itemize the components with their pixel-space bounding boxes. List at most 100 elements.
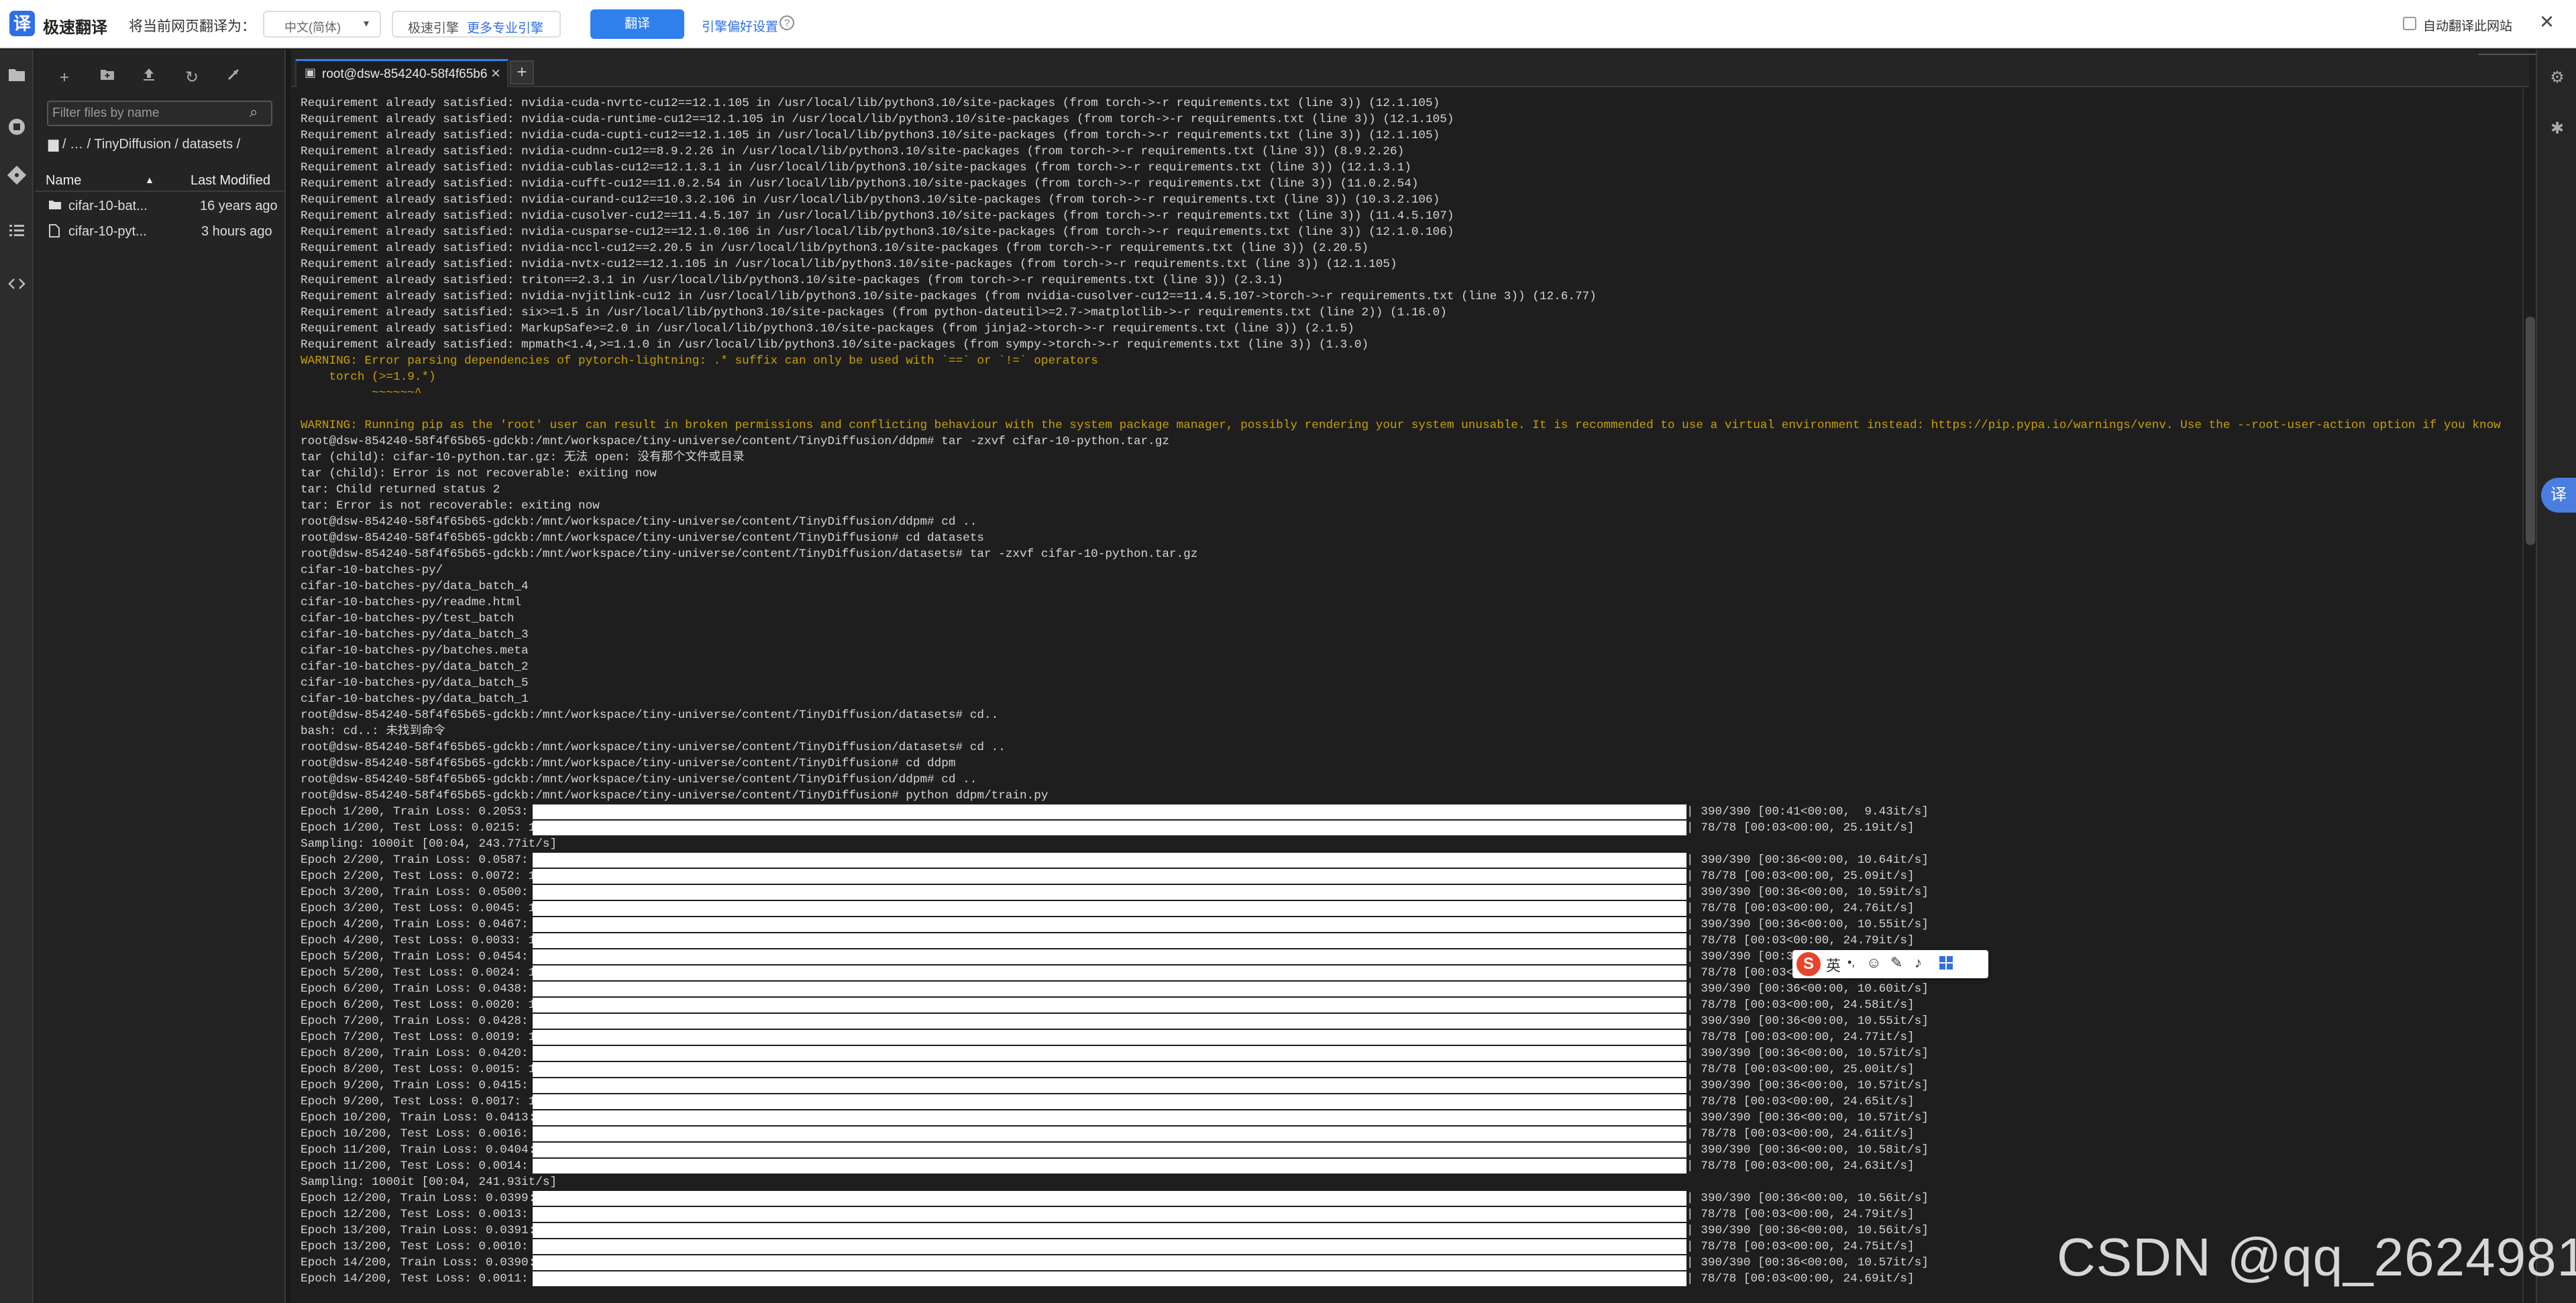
breadcrumb[interactable]: ▆ / … / TinyDiffusion / datasets / bbox=[48, 136, 240, 152]
git-icon[interactable] bbox=[0, 162, 34, 196]
terminal-line: cifar-10-batches-py/test_batch bbox=[301, 612, 515, 625]
terminal-line: root@dsw-854240-58f4f65b65-gdckb:/mnt/wo… bbox=[301, 789, 1049, 802]
terminal-line: bash: cd..: 未找到命令 bbox=[301, 725, 445, 738]
ime-punct[interactable]: •, bbox=[1847, 955, 1855, 970]
terminal-line: cifar-10-batches-py/batches.meta bbox=[301, 644, 529, 658]
folder-icon[interactable] bbox=[0, 62, 34, 95]
engine-select[interactable]: 极速引擎 更多专业引擎 bbox=[392, 11, 561, 38]
progress-label: Epoch 13/200, Test Loss: 0.0010: 100% bbox=[301, 1240, 529, 1253]
column-modified-header[interactable]: Last Modified bbox=[191, 173, 270, 189]
terminal-panel[interactable]: Requirement already satisfied: nvidia-cu… bbox=[291, 89, 2522, 1303]
progress-line: Epoch 9/200, Train Loss: 0.0415: 100% | 3… bbox=[301, 1078, 2508, 1094]
progress-label: Epoch 3/200, Test Loss: 0.0045: 100% bbox=[301, 902, 533, 915]
terminal-line: tar: Error is not recoverable: exiting n… bbox=[301, 499, 600, 513]
help-icon[interactable]: ? bbox=[780, 15, 794, 30]
progress-bar-fill bbox=[533, 1143, 1686, 1157]
progress-bar-fill bbox=[533, 821, 1686, 835]
terminal-scrollbar[interactable] bbox=[2522, 89, 2536, 1303]
progress-line: Epoch 5/200, Test Loss: 0.0024: 100% | 78… bbox=[301, 965, 2508, 981]
progress-line: Epoch 10/200, Test Loss: 0.0016: 100% | 7… bbox=[301, 1126, 2508, 1142]
settings-gear-icon[interactable]: ⚙ bbox=[2545, 66, 2569, 90]
close-tab-icon[interactable]: × bbox=[491, 64, 500, 83]
terminal-line: cifar-10-batches-py/readme.html bbox=[301, 596, 522, 609]
ime-toolbar: S 英 •, ☺ ✎ ♪ bbox=[1792, 950, 1988, 978]
terminal-line: Requirement already satisfied: nvidia-nv… bbox=[301, 258, 1397, 271]
new-tab-button[interactable]: + bbox=[510, 60, 534, 85]
tab-bar: ▣ root@dsw-854240-58f4f65b6 × + bbox=[291, 50, 2565, 87]
clear-icon[interactable] bbox=[220, 64, 247, 91]
terminal-line: cifar-10-batches-py/ bbox=[301, 564, 443, 577]
code-icon[interactable] bbox=[0, 271, 34, 305]
close-icon[interactable]: × bbox=[2540, 9, 2554, 34]
debug-icon[interactable]: ✱ bbox=[2545, 117, 2569, 141]
ime-mode[interactable]: 英 bbox=[1826, 954, 1841, 976]
progress-stats: | 390/390 [00:36<00:00, 10.64it/s] bbox=[1686, 853, 1929, 867]
progress-stats: | 390/390 [00:41<00:00, 9.43it/s] bbox=[1686, 805, 1929, 819]
translate-target-label: 将当前网页翻译为： bbox=[129, 19, 256, 34]
auto-translate-checkbox[interactable] bbox=[2403, 17, 2416, 30]
pen-icon[interactable]: ✎ bbox=[1890, 954, 1902, 972]
progress-bar-fill bbox=[533, 949, 1686, 964]
progress-stats: | 78/78 [00:03<00:00, 24.65it/s] bbox=[1686, 1095, 1915, 1108]
progress-line: Epoch 10/200, Train Loss: 0.0413: 100% | … bbox=[301, 1110, 2508, 1126]
progress-label: Epoch 6/200, Train Loss: 0.0438: 100% bbox=[301, 982, 529, 996]
terminal-line: cifar-10-batches-py/data_batch_3 bbox=[301, 628, 529, 641]
search-icon[interactable]: ⌕ bbox=[250, 103, 258, 121]
progress-label: Epoch 10/200, Train Loss: 0.0413: 100% bbox=[301, 1111, 533, 1125]
terminal-output[interactable]: Requirement already satisfied: nvidia-cu… bbox=[301, 95, 2508, 1303]
new-launcher-icon[interactable]: + bbox=[51, 64, 78, 91]
progress-label: Epoch 4/200, Train Loss: 0.0467: 100% bbox=[301, 918, 529, 931]
upload-icon[interactable] bbox=[136, 64, 162, 91]
sogou-logo-icon[interactable]: S bbox=[1796, 952, 1821, 976]
column-name-header[interactable]: Name bbox=[46, 173, 81, 189]
engine-preferences-link[interactable]: 引擎偏好设置 bbox=[702, 17, 778, 35]
new-folder-icon[interactable] bbox=[94, 64, 121, 91]
file-list-item[interactable]: cifar-10-bat... 16 years ago bbox=[35, 193, 286, 219]
progress-line: Epoch 12/200, Test Loss: 0.0013: 100% | 7… bbox=[301, 1206, 2508, 1222]
progress-label: Epoch 8/200, Train Loss: 0.0420: 100% bbox=[301, 1047, 529, 1060]
refresh-icon[interactable]: ↻ bbox=[178, 64, 205, 91]
language-select[interactable]: 中文(简体) ▾ bbox=[263, 11, 381, 38]
tab-terminal[interactable]: ▣ root@dsw-854240-58f4f65b6 × bbox=[295, 59, 508, 87]
terminal-line: Requirement already satisfied: nvidia-cu… bbox=[301, 97, 1440, 110]
terminal-line: Requirement already satisfied: nvidia-cu… bbox=[301, 177, 1419, 191]
language-select-value: 中文(简体) bbox=[284, 21, 341, 34]
progress-line: Epoch 9/200, Test Loss: 0.0017: 100% | 78… bbox=[301, 1094, 2508, 1110]
page: 译 极速翻译 将当前网页翻译为： 中文(简体) ▾ 极速引擎 更多专业引擎 翻译… bbox=[0, 0, 2576, 1303]
progress-label: Epoch 4/200, Test Loss: 0.0033: 100% bbox=[301, 934, 533, 947]
running-icon[interactable] bbox=[0, 114, 34, 148]
terminal-line: Requirement already satisfied: nvidia-cu… bbox=[301, 225, 1454, 239]
progress-stats: | 390/390 [00:36<00:00, 10.57it/s] bbox=[1686, 1079, 1929, 1092]
scrollbar-thumb[interactable] bbox=[2526, 317, 2535, 545]
translate-button[interactable]: 翻译 bbox=[590, 9, 684, 39]
progress-stats: | 390/390 [00:36<00:00, 10.57it/s] bbox=[1686, 1111, 1929, 1125]
panel-splitter[interactable] bbox=[286, 50, 291, 1303]
terminal-line: root@dsw-854240-58f4f65b65-gdckb:/mnt/wo… bbox=[301, 531, 984, 545]
progress-stats: | 78/78 [00:03<00:00, 25.09it/s] bbox=[1686, 870, 1915, 883]
progress-line: Epoch 11/200, Train Loss: 0.0404: 100% | … bbox=[301, 1142, 2508, 1158]
terminal-line: root@dsw-854240-58f4f65b65-gdckb:/mnt/wo… bbox=[301, 435, 1169, 448]
list-icon[interactable] bbox=[0, 217, 34, 251]
toolbox-icon[interactable] bbox=[1939, 955, 1953, 974]
progress-stats: | 78/78 [00:03<00:00, 24.76it/s] bbox=[1686, 902, 1915, 915]
progress-line: Epoch 4/200, Test Loss: 0.0033: 100% | 78… bbox=[301, 933, 2508, 949]
file-list-item[interactable]: cifar-10-pyt... 3 hours ago bbox=[35, 219, 286, 244]
progress-stats: | 78/78 [00:03<00:00, 24.58it/s] bbox=[1686, 998, 1915, 1012]
sort-ascending-icon[interactable]: ▲ bbox=[145, 174, 154, 185]
progress-line: Epoch 7/200, Test Loss: 0.0019: 100% | 78… bbox=[301, 1029, 2508, 1045]
progress-label: Epoch 1/200, Test Loss: 0.0215: 100% bbox=[301, 821, 533, 835]
more-engines-link[interactable]: 更多专业引擎 bbox=[467, 18, 543, 36]
progress-label: Epoch 14/200, Train Loss: 0.0390: 100% bbox=[301, 1256, 533, 1269]
microphone-icon[interactable]: ♪ bbox=[1915, 954, 1922, 972]
progress-bar-fill bbox=[533, 966, 1686, 980]
progress-label: Epoch 5/200, Test Loss: 0.0024: 100% bbox=[301, 966, 533, 980]
translate-float-icon[interactable]: 译 bbox=[2541, 478, 2576, 513]
progress-label: Epoch 2/200, Test Loss: 0.0072: 100% bbox=[301, 870, 533, 883]
progress-stats: | 390/390 [00:36<00:00, 10.59it/s] bbox=[1686, 886, 1929, 899]
progress-bar-fill bbox=[533, 1271, 1686, 1286]
emoji-icon[interactable]: ☺ bbox=[1866, 954, 1881, 972]
auto-translate-label: 自动翻译此网站 bbox=[2423, 19, 2513, 34]
activity-bar bbox=[0, 50, 34, 1303]
filter-files-input[interactable] bbox=[52, 105, 240, 121]
